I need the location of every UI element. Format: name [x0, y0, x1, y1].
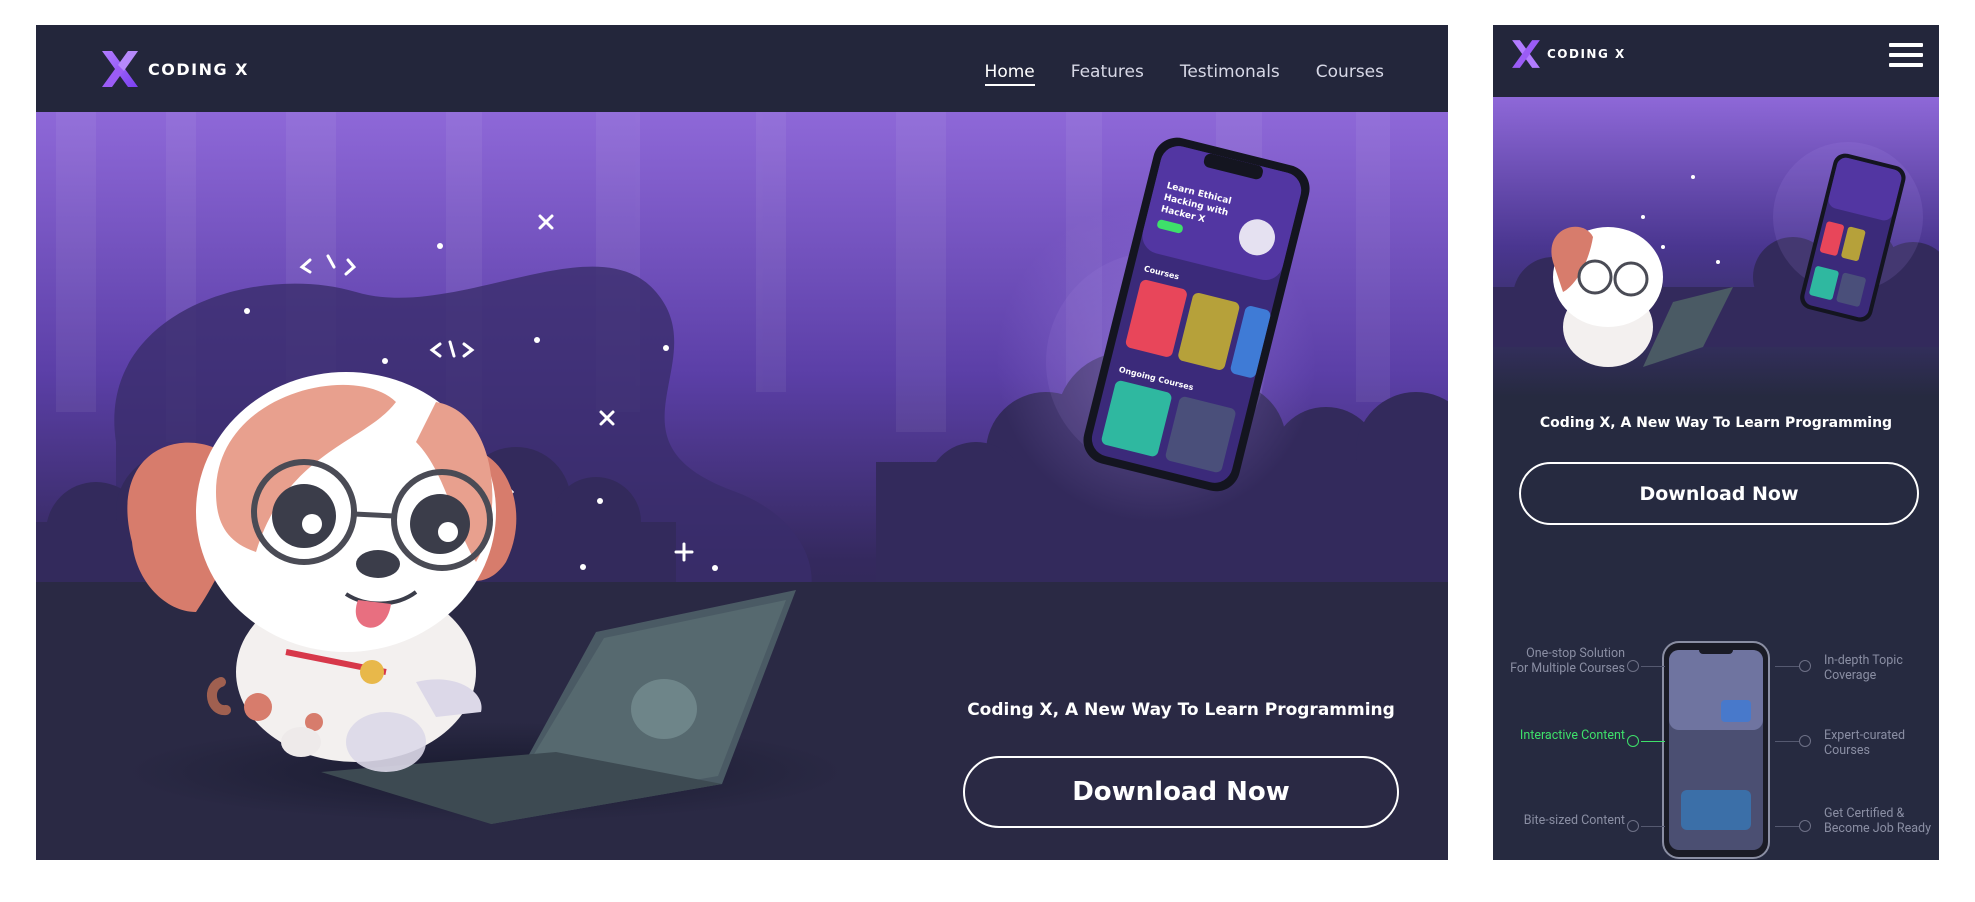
- feature-dot-icon: [1627, 820, 1639, 832]
- brand-name: CODING X: [148, 59, 250, 79]
- feature-dot-icon: [1799, 660, 1811, 672]
- mobile-brand-logo[interactable]: CODING X: [1509, 37, 1626, 71]
- download-now-button[interactable]: Download Now: [963, 756, 1399, 828]
- nav-home[interactable]: Home: [984, 62, 1035, 86]
- mobile-hero-illustration: [1493, 97, 1939, 397]
- feature-dot-icon: [1627, 735, 1639, 747]
- feature-dot-icon: [1627, 660, 1639, 672]
- feature-dot-icon: [1799, 735, 1811, 747]
- hero-illustration: Learn Ethical Hacking with Hacker X Cour…: [36, 112, 1448, 860]
- nav-features[interactable]: Features: [1071, 62, 1144, 86]
- desktop-preview: CODING X Home Features Testimonals Cours…: [36, 25, 1448, 860]
- hamburger-icon[interactable]: [1889, 41, 1923, 69]
- features-section: One-stop Solution For Multiple Courses I…: [1493, 595, 1939, 860]
- mobile-brand-name: CODING X: [1547, 47, 1626, 61]
- hero-tagline: Coding X, A New Way To Learn Programming: [967, 700, 1395, 720]
- x-logo-icon: [1512, 40, 1540, 68]
- mobile-download-now-button[interactable]: Download Now: [1519, 462, 1919, 525]
- mobile-navbar: CODING X: [1493, 25, 1939, 97]
- nav-testimonials[interactable]: Testimonals: [1180, 62, 1280, 86]
- mobile-preview: CODING X Coding X, A New Way To Learn Pr…: [1493, 25, 1939, 860]
- feature-bite-sized: Bite-sized Content: [1523, 813, 1625, 828]
- feature-expert-curated: Expert-curated Courses: [1824, 728, 1906, 758]
- mobile-hero-tagline: Coding X, A New Way To Learn Programming: [1539, 415, 1893, 431]
- feature-dot-icon: [1799, 820, 1811, 832]
- hero-section: Learn Ethical Hacking with Hacker X Cour…: [36, 112, 1448, 860]
- main-nav: Home Features Testimonals Courses: [949, 62, 1384, 86]
- feature-one-stop-solution: One-stop Solution For Multiple Courses: [1510, 646, 1625, 676]
- feature-interactive-content: Interactive Content: [1519, 728, 1625, 743]
- desktop-navbar: CODING X Home Features Testimonals Cours…: [36, 25, 1448, 112]
- features-phone-mockup: [1662, 641, 1770, 859]
- brand-logo[interactable]: CODING X: [98, 47, 249, 91]
- x-logo-icon: [102, 51, 138, 87]
- feature-in-depth-topic: In-depth Topic Coverage: [1824, 653, 1903, 683]
- nav-courses[interactable]: Courses: [1316, 62, 1384, 86]
- feature-get-certified: Get Certified & Become Job Ready: [1824, 806, 1932, 836]
